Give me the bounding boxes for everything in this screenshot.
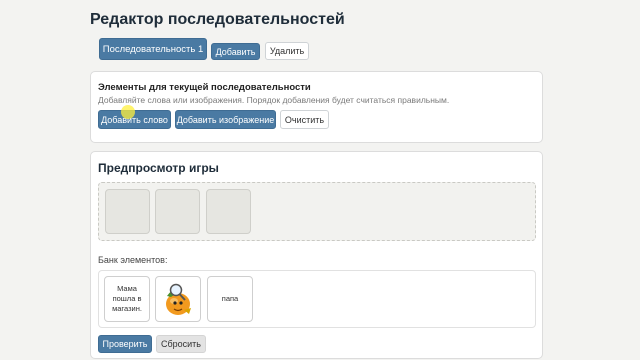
mouse-cursor-highlight — [121, 105, 135, 119]
tab-sequence-1[interactable]: Последовательность 1 — [99, 38, 207, 60]
sequence-dropzone[interactable] — [98, 182, 536, 241]
add-sequence-button[interactable]: Добавить — [211, 43, 260, 60]
delete-sequence-button[interactable]: Удалить — [265, 42, 309, 60]
elements-card-hint: Добавляйте слова или изображения. Порядо… — [98, 95, 450, 105]
elements-card: Элементы для текущей последовательности … — [90, 71, 543, 143]
cartoon-orange-with-magnifier-icon — [166, 283, 191, 315]
bank-item-text[interactable]: Мама пошла в магазин. — [104, 276, 150, 322]
sequence-slot[interactable] — [155, 189, 200, 234]
elements-card-title: Элементы для текущей последовательности — [98, 82, 311, 93]
element-bank: Мама пошла в магазин. папа — [98, 270, 536, 328]
check-button[interactable]: Проверить — [98, 335, 152, 353]
add-image-button[interactable]: Добавить изображение — [175, 110, 276, 129]
clear-button[interactable]: Очистить — [280, 110, 329, 129]
sequence-slot[interactable] — [105, 189, 150, 234]
bank-item-image[interactable] — [155, 276, 201, 322]
page-title: Редактор последовательностей — [90, 11, 345, 28]
sequence-slot[interactable] — [206, 189, 251, 234]
bank-item-text[interactable]: папа — [207, 276, 253, 322]
bank-label: Банк элементов: — [98, 255, 168, 265]
game-preview-card: Предпросмотр игры Банк элементов: Мама п… — [90, 151, 543, 359]
preview-title: Предпросмотр игры — [98, 161, 219, 175]
reset-button[interactable]: Сбросить — [156, 335, 206, 353]
